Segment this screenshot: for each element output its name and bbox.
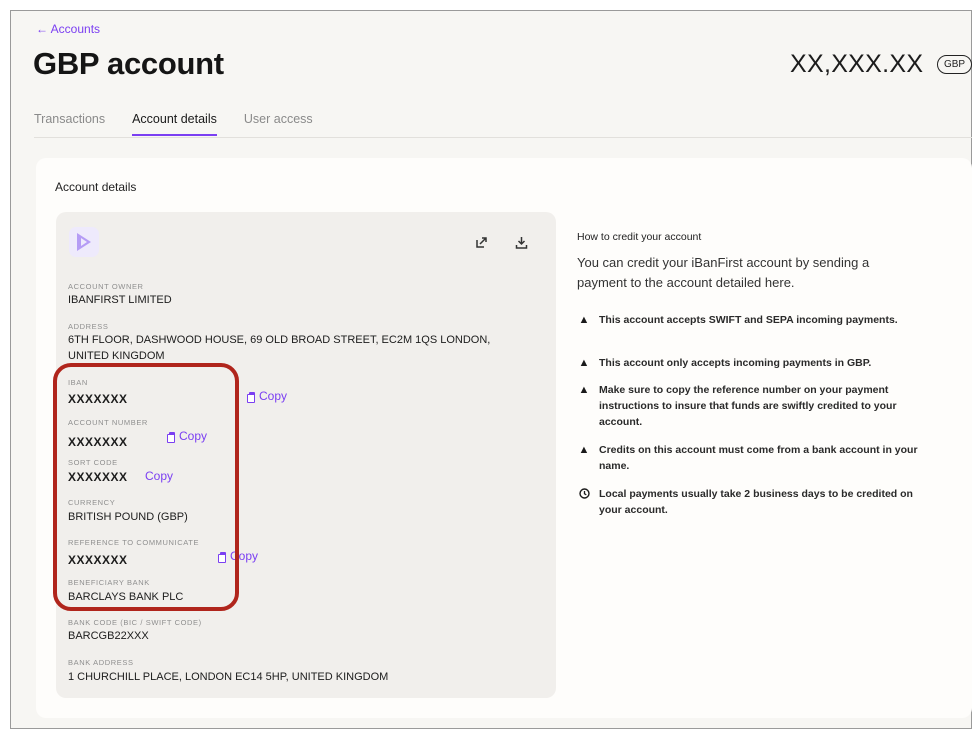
- tab-bar: Transactions Account details User access: [34, 112, 313, 136]
- currency-badge: GBP: [937, 55, 972, 74]
- tab-user-access[interactable]: User access: [244, 112, 313, 136]
- bank-address-label: BANK ADDRESS: [68, 658, 134, 667]
- iban-value: XXXXXXX: [68, 392, 128, 406]
- reference-value: XXXXXXX: [68, 553, 128, 567]
- address-value: 6TH FLOOR, DASHWOOD HOUSE, 69 OLD BROAD …: [68, 334, 491, 362]
- account-owner-label: ACCOUNT OWNER: [68, 282, 144, 291]
- back-to-accounts-link[interactable]: ← Accounts: [36, 22, 100, 36]
- warning-icon: ▲: [578, 357, 590, 369]
- howto-item-text: Local payments usually take 2 business d…: [599, 488, 913, 516]
- howto-intro: You can credit your iBanFirst account by…: [577, 255, 870, 290]
- account-balance: XX,XXX.XX: [790, 50, 924, 78]
- copy-label: Copy: [259, 389, 288, 403]
- ibanfirst-logo-icon: [69, 227, 99, 257]
- currency-label: CURRENCY: [68, 498, 116, 507]
- howto-item-text: Credits on this account must come from a…: [599, 444, 918, 472]
- sort-code-value: XXXXXXX: [68, 470, 128, 484]
- reference-label: REFERENCE TO COMMUNICATE: [68, 538, 200, 547]
- account-owner-value: IBANFIRST LIMITED: [68, 294, 172, 306]
- copy-reference-button[interactable]: Copy: [218, 549, 258, 563]
- bank-code-value: BARCGB22XXX: [68, 630, 149, 642]
- howto-item: ▲ This account only accepts incoming pay…: [577, 355, 872, 371]
- bank-code-label: BANK CODE (BIC / SWIFT CODE): [68, 618, 202, 627]
- beneficiary-bank-value: BARCLAYS BANK PLC: [68, 591, 184, 603]
- copy-icon: [218, 551, 226, 563]
- warning-icon: ▲: [578, 444, 590, 456]
- address-label: ADDRESS: [68, 322, 109, 331]
- copy-label: Copy: [230, 549, 259, 563]
- tabs-divider: [34, 137, 972, 138]
- howto-item-text: This account accepts SWIFT and SEPA inco…: [599, 314, 898, 326]
- share-icon[interactable]: [475, 236, 488, 252]
- copy-account-number-button[interactable]: Copy: [167, 429, 207, 443]
- copy-icon: [167, 431, 175, 443]
- copy-label: Copy: [145, 469, 174, 483]
- copy-label: Copy: [179, 429, 208, 443]
- warning-icon: ▲: [578, 384, 590, 396]
- account-number-label: ACCOUNT NUMBER: [68, 418, 148, 427]
- howto-item: ▲ This account accepts SWIFT and SEPA in…: [577, 312, 898, 328]
- warning-icon: ▲: [578, 314, 590, 326]
- howto-item-text: This account only accepts incoming payme…: [599, 357, 872, 369]
- howto-title: How to credit your account: [577, 231, 702, 243]
- howto-item: ▲ Make sure to copy the reference number…: [577, 382, 922, 430]
- bank-address-value: 1 CHURCHILL PLACE, LONDON EC14 5HP, UNIT…: [68, 671, 389, 683]
- card-title: Account details: [55, 180, 137, 194]
- howto-item: Local payments usually take 2 business d…: [577, 486, 922, 518]
- copy-iban-button[interactable]: Copy: [247, 389, 287, 403]
- download-icon[interactable]: [515, 236, 528, 252]
- copy-icon: [247, 391, 255, 403]
- clock-icon: [577, 486, 591, 518]
- tab-transactions[interactable]: Transactions: [34, 112, 105, 136]
- currency-value: BRITISH POUND (GBP): [68, 511, 188, 523]
- account-number-value: XXXXXXX: [68, 435, 128, 449]
- iban-label: IBAN: [68, 378, 88, 387]
- tab-account-details[interactable]: Account details: [132, 112, 217, 136]
- copy-sort-code-button[interactable]: Copy: [145, 469, 173, 483]
- sort-code-label: SORT CODE: [68, 458, 118, 467]
- howto-item: ▲ Credits on this account must come from…: [577, 442, 922, 474]
- page-title: GBP account: [33, 46, 224, 81]
- howto-item-text: Make sure to copy the reference number o…: [599, 384, 897, 428]
- beneficiary-bank-label: BENEFICIARY BANK: [68, 578, 150, 587]
